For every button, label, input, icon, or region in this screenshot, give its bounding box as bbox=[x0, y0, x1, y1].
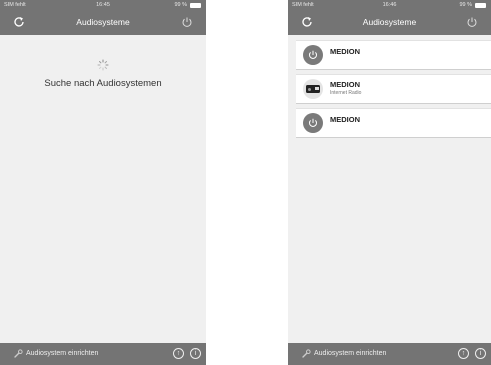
search-status-text: Suche nach Audiosystemen bbox=[44, 78, 162, 89]
wrench-icon bbox=[302, 349, 311, 358]
status-bar: SIM fehlt 16:46 99 % bbox=[288, 0, 491, 10]
power-icon bbox=[303, 113, 323, 133]
info-button[interactable]: i bbox=[475, 348, 486, 359]
device-name: MEDION bbox=[330, 115, 360, 124]
page-title: Audiosysteme bbox=[76, 17, 130, 27]
power-icon bbox=[182, 17, 192, 27]
bottom-bar: Audiosystem einrichten ↑ i bbox=[0, 343, 206, 365]
phone-screen-searching: SIM fehlt 16:45 99 % Audiosysteme Suche … bbox=[0, 0, 206, 365]
battery-percent: 99 % bbox=[459, 2, 472, 8]
loading-spinner-icon bbox=[97, 59, 109, 71]
navbar: Audiosysteme bbox=[288, 10, 491, 35]
info-button[interactable]: i bbox=[190, 348, 201, 359]
phone-screen-device-list: SIM fehlt 16:46 99 % Audiosysteme MEDION… bbox=[288, 0, 491, 365]
search-status: Suche nach Audiosystemen bbox=[0, 58, 206, 89]
navbar: Audiosysteme bbox=[0, 10, 206, 35]
device-row[interactable]: MEDION Internet Radio bbox=[296, 74, 491, 104]
battery-icon bbox=[475, 2, 486, 8]
power-button[interactable] bbox=[180, 15, 194, 29]
status-bar: SIM fehlt 16:45 99 % bbox=[0, 0, 206, 10]
battery-icon bbox=[190, 2, 201, 8]
device-name: MEDION bbox=[330, 47, 360, 56]
device-row[interactable]: MEDION bbox=[296, 108, 491, 138]
bottom-bar: Audiosystem einrichten ↑ i bbox=[288, 343, 491, 365]
power-icon bbox=[467, 17, 477, 27]
upload-button[interactable]: ↑ bbox=[173, 348, 184, 359]
upload-button[interactable]: ↑ bbox=[458, 348, 469, 359]
setup-label: Audiosystem einrichten bbox=[314, 350, 387, 357]
page-title: Audiosysteme bbox=[362, 17, 417, 27]
device-name: MEDION bbox=[330, 80, 360, 89]
wrench-icon bbox=[14, 349, 23, 358]
radio-icon bbox=[303, 79, 323, 99]
power-button[interactable] bbox=[465, 15, 479, 29]
battery-percent: 99 % bbox=[174, 2, 187, 8]
device-list: MEDION MEDION Internet Radio MEDION bbox=[296, 40, 491, 142]
setup-audiosystem-button[interactable]: Audiosystem einrichten bbox=[14, 343, 98, 365]
device-subtitle: Internet Radio bbox=[330, 90, 362, 96]
power-icon bbox=[303, 45, 323, 65]
setup-audiosystem-button[interactable]: Audiosystem einrichten bbox=[302, 343, 386, 365]
setup-label: Audiosystem einrichten bbox=[26, 350, 99, 357]
device-row[interactable]: MEDION bbox=[296, 40, 491, 70]
